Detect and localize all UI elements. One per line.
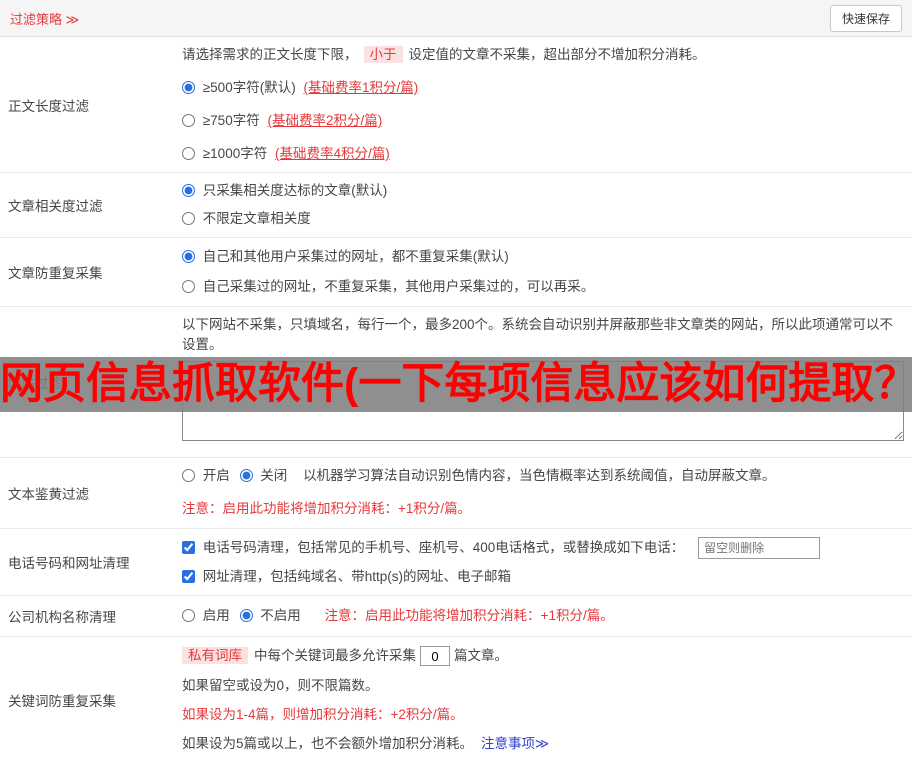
keyword-line1-end: 篇文章。 [454, 648, 508, 663]
radio-porn-off[interactable] [239, 469, 253, 482]
rate-note-3: (基础费率4积分/篇) [274, 146, 390, 161]
row-phone-url-clean: 电话号码和网址清理 电话号码清理，包括常见的手机号、座机号、400电话格式，或替… [0, 529, 912, 596]
row-label-url-dedup: 文章防重复采集 [8, 266, 103, 281]
radio-option-porn-on[interactable]: 开启 [182, 468, 234, 483]
quick-save-button[interactable]: 快速保存 [829, 4, 902, 32]
radio-option-relevance-any[interactable]: 不限定文章相关度 [182, 209, 904, 229]
intro-text-post: 设定值的文章不采集，超出部分不增加积分消耗。 [408, 47, 706, 62]
less-than-badge: 小于 [363, 46, 403, 63]
porn-filter-warning: 注意：启用此功能将增加积分消耗：+1积分/篇。 [182, 501, 472, 516]
radio-option-500-chars[interactable]: ≥500字符(默认) (基础费率1积分/篇) [182, 78, 904, 98]
row-label-company-clean: 公司机构名称清理 [8, 610, 116, 625]
row-porn-filter: 文本鉴黄过滤 开启 关闭 以机器学习算法自动识别色情内容，当色情概率达到系统阈值… [0, 458, 912, 529]
radio-dedup-own[interactable] [182, 280, 195, 293]
radio-750-chars[interactable] [182, 114, 195, 127]
topbar: 过滤策略 ≫ 快速保存 [0, 0, 912, 37]
radio-company-off[interactable] [239, 609, 253, 622]
keyword-count-input[interactable] [420, 646, 450, 667]
row-url-dedup: 文章防重复采集 自己和其他用户采集过的网址，都不重复采集(默认) 自己采集过的网… [0, 238, 912, 307]
radio-porn-on[interactable] [182, 469, 195, 482]
checkbox-option-phone-clean[interactable]: 电话号码清理，包括常见的手机号、座机号、400电话格式，或替换成如下电话： [182, 540, 688, 555]
row-label-keyword-dedup: 关键词防重复采集 [8, 693, 116, 709]
checkbox-label: 网址清理，包括纯域名、带http(s)的网址、电子邮箱 [202, 569, 512, 584]
keyword-note-1-4: 如果设为1-4篇，则增加积分消耗：+2积分/篇。 [182, 707, 464, 722]
radio-label: 启用 [202, 608, 230, 623]
row-relevance-filter: 文章相关度过滤 只采集相关度达标的文章(默认) 不限定文章相关度 [0, 173, 912, 238]
radio-label: 不启用 [260, 608, 301, 623]
keyword-note-5plus: 如果设为5篇或以上，也不会额外增加积分消耗。 [182, 736, 474, 751]
radio-option-relevance-strict[interactable]: 只采集相关度达标的文章(默认) [182, 181, 904, 201]
row-label-body-length: 正文长度过滤 [8, 98, 89, 114]
radio-label: ≥750字符 [202, 113, 260, 128]
radio-label: 开启 [202, 468, 230, 483]
company-clean-warning: 注意：启用此功能将增加积分消耗：+1积分/篇。 [324, 608, 614, 623]
radio-label: 自己采集过的网址，不重复采集，其他用户采集过的，可以再采。 [202, 279, 595, 294]
radio-option-dedup-all[interactable]: 自己和其他用户采集过的网址，都不重复采集(默认) [182, 247, 904, 267]
radio-relevance-strict[interactable] [182, 184, 195, 197]
body-length-intro: 请选择需求的正文长度下限， 小于 设定值的文章不采集，超出部分不增加积分消耗。 [182, 45, 904, 65]
radio-label: ≥1000字符 [202, 146, 268, 161]
radio-company-on[interactable] [182, 609, 195, 622]
row-label-porn-filter: 文本鉴黄过滤 [8, 487, 89, 502]
radio-option-company-off[interactable]: 不启用 [239, 608, 305, 623]
radio-option-750-chars[interactable]: ≥750字符 (基础费率2积分/篇) [182, 111, 904, 131]
radio-1000-chars[interactable] [182, 147, 195, 160]
radio-label: 不限定文章相关度 [202, 211, 311, 226]
filter-strategy-page: 过滤策略 ≫ 快速保存 正文长度过滤 请选择需求的正文长度下限， 小于 设定值的文章… [0, 0, 912, 762]
keyword-line1-text: 中每个关键词最多允许采集 [254, 648, 416, 663]
radio-label: ≥500字符(默认) [202, 80, 296, 95]
row-company-clean: 公司机构名称清理 启用 不启用 注意：启用此功能将增加积分消耗：+1积分/篇。 [0, 596, 912, 637]
radio-label: 关闭 [260, 468, 288, 483]
row-body-length-filter: 正文长度过滤 请选择需求的正文长度下限， 小于 设定值的文章不采集，超出部分不增加积… [0, 37, 912, 173]
radio-label: 只采集相关度达标的文章(默认) [202, 183, 388, 198]
site-block-desc: 以下网站不采集，只填域名，每行一个，最多200个。系统会自动识别并屏蔽那些非文章… [182, 317, 894, 352]
row-label-phone-url-clean: 电话号码和网址清理 [8, 556, 130, 571]
porn-filter-desc: 以机器学习算法自动识别色情内容，当色情概率达到系统阈值，自动屏蔽文章。 [303, 468, 776, 483]
checkbox-label: 电话号码清理，包括常见的手机号、座机号、400电话格式，或替换成如下电话： [202, 540, 685, 555]
watermark-overlay: 网页信息抓取软件(一下每项信息应该如何提取？( [0, 357, 912, 412]
phone-replacement-input[interactable] [698, 537, 821, 560]
intro-text-pre: 请选择需求的正文长度下限， [182, 47, 358, 62]
private-lexicon-badge: 私有词库 [182, 647, 248, 664]
checkbox-option-url-clean[interactable]: 网址清理，包括纯域名、带http(s)的网址、电子邮箱 [182, 567, 904, 587]
rate-note-2: (基础费率2积分/篇) [267, 113, 383, 128]
checkbox-url-clean[interactable] [182, 570, 195, 583]
row-label-relevance: 文章相关度过滤 [8, 199, 103, 214]
radio-500-chars[interactable] [182, 81, 195, 94]
radio-relevance-any[interactable] [182, 212, 195, 225]
radio-option-1000-chars[interactable]: ≥1000字符 (基础费率4积分/篇) [182, 144, 904, 164]
page-title: 过滤策略 ≫ [10, 11, 80, 27]
radio-option-porn-off[interactable]: 关闭 [239, 468, 292, 483]
radio-dedup-all[interactable] [182, 250, 195, 263]
radio-label: 自己和其他用户采集过的网址，都不重复采集(默认) [202, 249, 509, 264]
checkbox-phone-clean[interactable] [182, 541, 195, 554]
keyword-note-zero: 如果留空或设为0，则不限篇数。 [182, 678, 379, 693]
rate-note-1: (基础费率1积分/篇) [303, 80, 419, 95]
row-keyword-dedup: 关键词防重复采集 私有词库中每个关键词最多允许采集 篇文章。 如果留空或设为0，则… [0, 637, 912, 762]
notice-link[interactable]: 注意事项≫ [481, 736, 549, 751]
radio-option-company-on[interactable]: 启用 [182, 608, 234, 623]
radio-option-dedup-own[interactable]: 自己采集过的网址，不重复采集，其他用户采集过的，可以再采。 [182, 277, 904, 297]
